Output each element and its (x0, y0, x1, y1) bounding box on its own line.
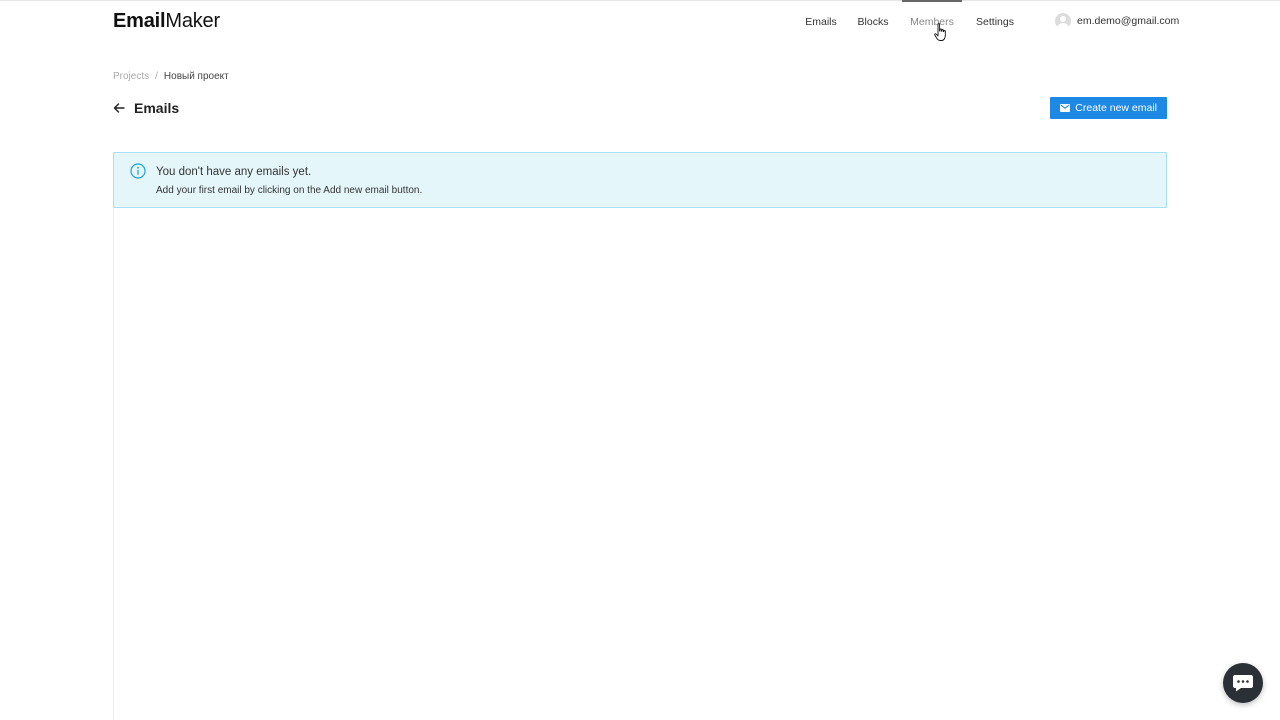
breadcrumb-separator: / (155, 71, 158, 82)
arrow-left-icon[interactable] (113, 102, 125, 114)
nav-members[interactable]: Members (902, 0, 962, 44)
info-icon (130, 163, 146, 179)
nav-blocks[interactable]: Blocks (848, 0, 898, 44)
empty-state-alert: You don't have any emails yet. Add your … (113, 152, 1167, 208)
header: EmailMaker Emails Blocks Members Setting… (0, 0, 1280, 44)
alert-text: Add your first email by clicking on the … (156, 185, 423, 196)
main-nav: Emails Blocks Members Settings (796, 0, 1025, 44)
logo-bold: Email (113, 10, 166, 32)
user-menu[interactable]: em.demo@gmail.com (1055, 13, 1179, 29)
page: EmailMaker Emails Blocks Members Setting… (0, 0, 1280, 720)
breadcrumb: Projects / Новый проект (113, 71, 229, 82)
nav-emails[interactable]: Emails (796, 0, 846, 44)
content-divider (113, 208, 114, 720)
mouse-pointer-icon (934, 23, 946, 41)
avatar-icon (1055, 13, 1071, 29)
title-row: Emails Create new email (113, 97, 1167, 120)
mail-icon (1060, 104, 1071, 112)
page-title: Emails (134, 100, 180, 116)
chat-button[interactable] (1223, 663, 1263, 703)
user-email: em.demo@gmail.com (1077, 15, 1180, 27)
breadcrumb-projects[interactable]: Projects (113, 71, 149, 82)
logo-light: Maker (165, 10, 220, 32)
nav-settings[interactable]: Settings (965, 0, 1025, 44)
create-button-label: Create new email (1075, 102, 1157, 114)
alert-title: You don't have any emails yet. (156, 166, 312, 178)
breadcrumb-current: Новый проект (163, 71, 229, 82)
create-new-email-button[interactable]: Create new email (1050, 97, 1167, 119)
chat-icon (1233, 675, 1253, 692)
app-logo[interactable]: EmailMaker (113, 10, 220, 33)
